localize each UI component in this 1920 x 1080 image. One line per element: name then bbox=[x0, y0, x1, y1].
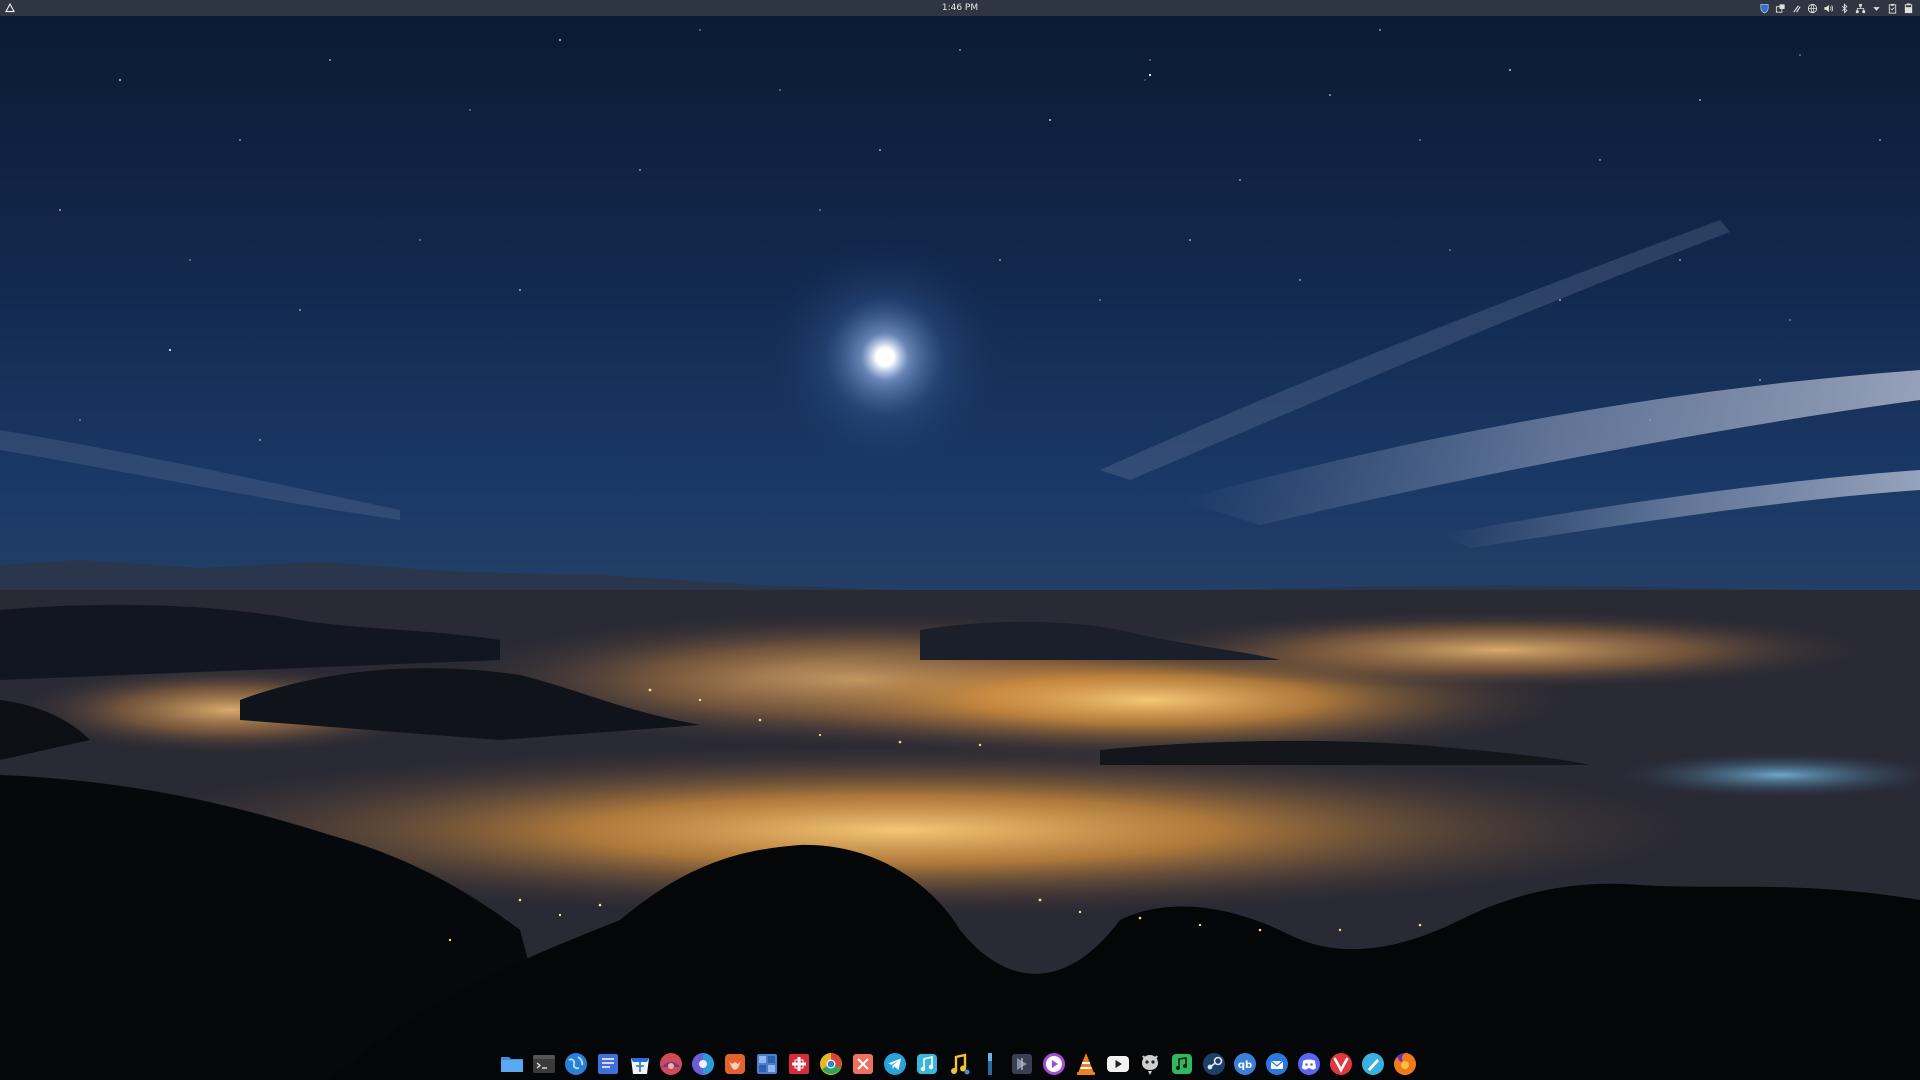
puzzle-app-icon[interactable] bbox=[753, 1050, 781, 1078]
spotify-app-icon[interactable] bbox=[1168, 1050, 1196, 1078]
activities-button[interactable] bbox=[3, 0, 17, 16]
vlc-app-icon[interactable] bbox=[1072, 1050, 1100, 1078]
volume-icon[interactable] bbox=[1823, 3, 1834, 14]
store-app-icon[interactable] bbox=[626, 1050, 654, 1078]
music-player-app-icon[interactable] bbox=[944, 1050, 972, 1078]
clock[interactable]: 1:46 PM bbox=[920, 0, 1000, 16]
network-icon[interactable] bbox=[1855, 3, 1866, 14]
browser-globe-app-icon[interactable] bbox=[562, 1050, 590, 1078]
steam-app-icon[interactable] bbox=[1200, 1050, 1228, 1078]
bitwarden-shield-icon[interactable] bbox=[1759, 3, 1770, 14]
media-player-app-icon[interactable] bbox=[1040, 1050, 1068, 1078]
qbittorrent-app-icon[interactable]: qb bbox=[1231, 1050, 1259, 1078]
desktop: 1:46 PM qb bbox=[0, 0, 1920, 1080]
battery-icon[interactable] bbox=[1903, 2, 1914, 14]
top-panel: 1:46 PM bbox=[0, 0, 1920, 16]
firefox-app-icon[interactable] bbox=[1391, 1050, 1419, 1078]
discord-app-icon[interactable] bbox=[1295, 1050, 1323, 1078]
addon-app-icon[interactable] bbox=[785, 1050, 813, 1078]
chrome-app-icon[interactable] bbox=[817, 1050, 845, 1078]
telegram-app-icon[interactable] bbox=[881, 1050, 909, 1078]
bluetooth-icon[interactable] bbox=[1839, 2, 1850, 14]
gimp-app-icon[interactable] bbox=[1136, 1050, 1164, 1078]
files-app-icon[interactable] bbox=[498, 1050, 526, 1078]
pen-app-icon[interactable] bbox=[1359, 1050, 1387, 1078]
thunderbird-app-icon[interactable] bbox=[1263, 1050, 1291, 1078]
gitlab-app-icon[interactable] bbox=[721, 1050, 749, 1078]
theme-manager-app-icon[interactable] bbox=[689, 1050, 717, 1078]
redshift-app-icon[interactable] bbox=[657, 1050, 685, 1078]
text-editor-app-icon[interactable] bbox=[594, 1050, 622, 1078]
vivaldi-app-icon[interactable] bbox=[1327, 1050, 1355, 1078]
youtube-app-icon[interactable] bbox=[1104, 1050, 1132, 1078]
vertical-bar-app-icon[interactable] bbox=[976, 1050, 1004, 1078]
tool-icon[interactable] bbox=[1791, 3, 1802, 14]
system-tray bbox=[1759, 0, 1914, 16]
dropdown-arrow-icon[interactable] bbox=[1871, 3, 1882, 14]
activities-triangle-icon bbox=[5, 3, 15, 13]
terminal-app-icon[interactable] bbox=[530, 1050, 558, 1078]
clipboard-icon[interactable] bbox=[1887, 3, 1898, 14]
dock: qb bbox=[498, 1049, 1419, 1079]
vpn-globe-icon[interactable] bbox=[1807, 3, 1818, 14]
window-manager-icon[interactable] bbox=[1775, 3, 1786, 14]
music-store-app-icon[interactable] bbox=[913, 1050, 941, 1078]
wallpaper bbox=[0, 0, 1920, 1080]
svg-text:qb: qb bbox=[1238, 1060, 1252, 1071]
shotcut-app-icon[interactable] bbox=[1008, 1050, 1036, 1078]
media-tools-app-icon[interactable] bbox=[849, 1050, 877, 1078]
